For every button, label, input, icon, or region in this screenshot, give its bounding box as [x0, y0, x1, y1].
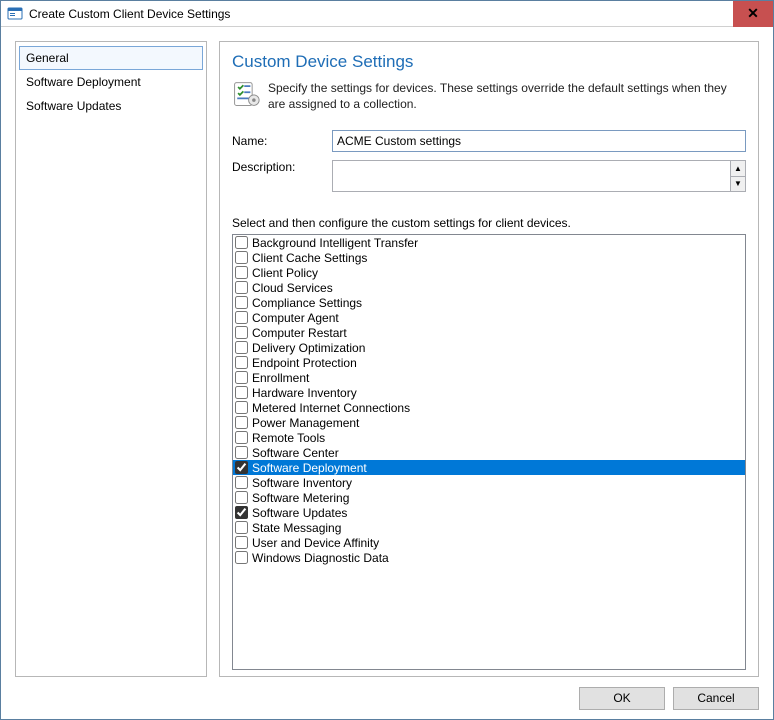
- settings-row-label: Computer Agent: [252, 311, 339, 325]
- settings-icon: [232, 80, 260, 108]
- description-label: Description:: [232, 160, 332, 174]
- settings-row[interactable]: Software Center: [233, 445, 745, 460]
- settings-row[interactable]: Metered Internet Connections: [233, 400, 745, 415]
- settings-row[interactable]: Background Intelligent Transfer: [233, 235, 745, 250]
- description-row: Description: ▲ ▼: [232, 160, 746, 192]
- name-label: Name:: [232, 134, 332, 148]
- main-panel: Custom Device Settings Specify the setti: [219, 41, 759, 677]
- settings-row-label: User and Device Affinity: [252, 536, 379, 550]
- settings-list-caption: Select and then configure the custom set…: [232, 216, 746, 230]
- settings-row-label: State Messaging: [252, 521, 341, 535]
- settings-row-label: Computer Restart: [252, 326, 347, 340]
- settings-checkbox[interactable]: [235, 356, 248, 369]
- page-heading: Custom Device Settings: [232, 52, 746, 72]
- settings-checkbox[interactable]: [235, 446, 248, 459]
- settings-row[interactable]: Windows Diagnostic Data: [233, 550, 745, 565]
- settings-row-label: Windows Diagnostic Data: [252, 551, 389, 565]
- settings-row-label: Client Policy: [252, 266, 318, 280]
- settings-checkbox[interactable]: [235, 371, 248, 384]
- settings-row-label: Remote Tools: [252, 431, 325, 445]
- nav-item-software-updates[interactable]: Software Updates: [19, 94, 203, 118]
- settings-row[interactable]: Enrollment: [233, 370, 745, 385]
- settings-row[interactable]: Hardware Inventory: [233, 385, 745, 400]
- name-input[interactable]: [332, 130, 746, 152]
- settings-row-label: Software Deployment: [252, 461, 367, 475]
- app-icon: [7, 6, 23, 22]
- settings-row-label: Compliance Settings: [252, 296, 362, 310]
- settings-row[interactable]: Delivery Optimization: [233, 340, 745, 355]
- nav-item-general[interactable]: General: [19, 46, 203, 70]
- cancel-button[interactable]: Cancel: [673, 687, 759, 710]
- settings-checkbox[interactable]: [235, 311, 248, 324]
- settings-row[interactable]: State Messaging: [233, 520, 745, 535]
- settings-row[interactable]: Software Inventory: [233, 475, 745, 490]
- settings-row-label: Software Metering: [252, 491, 349, 505]
- settings-row[interactable]: Computer Restart: [233, 325, 745, 340]
- settings-row-label: Hardware Inventory: [252, 386, 357, 400]
- title-bar: Create Custom Client Device Settings ✕: [1, 1, 773, 27]
- settings-row[interactable]: Endpoint Protection: [233, 355, 745, 370]
- settings-row[interactable]: Client Policy: [233, 265, 745, 280]
- settings-checkbox[interactable]: [235, 266, 248, 279]
- settings-checkbox[interactable]: [235, 251, 248, 264]
- intro-row: Specify the settings for devices. These …: [232, 80, 746, 112]
- settings-row-label: Software Center: [252, 446, 339, 460]
- nav-item-software-deployment[interactable]: Software Deployment: [19, 70, 203, 94]
- settings-checkbox[interactable]: [235, 296, 248, 309]
- close-icon: ✕: [747, 5, 759, 22]
- settings-row-label: Endpoint Protection: [252, 356, 357, 370]
- button-bar: OK Cancel: [1, 677, 773, 719]
- window-title: Create Custom Client Device Settings: [29, 7, 733, 21]
- settings-row-label: Client Cache Settings: [252, 251, 367, 265]
- settings-row-label: Delivery Optimization: [252, 341, 365, 355]
- settings-row[interactable]: Cloud Services: [233, 280, 745, 295]
- description-spinner: ▲ ▼: [730, 160, 746, 192]
- settings-checkbox[interactable]: [235, 521, 248, 534]
- ok-button[interactable]: OK: [579, 687, 665, 710]
- name-row: Name:: [232, 130, 746, 152]
- settings-checkbox[interactable]: [235, 476, 248, 489]
- spin-up-button[interactable]: ▲: [731, 161, 745, 176]
- settings-checkbox[interactable]: [235, 341, 248, 354]
- settings-row[interactable]: Power Management: [233, 415, 745, 430]
- settings-checkbox[interactable]: [235, 236, 248, 249]
- settings-row-label: Power Management: [252, 416, 359, 430]
- settings-row[interactable]: Software Deployment: [233, 460, 745, 475]
- settings-checkbox[interactable]: [235, 491, 248, 504]
- settings-row-label: Software Updates: [252, 506, 347, 520]
- dialog-window: Create Custom Client Device Settings ✕ G…: [0, 0, 774, 720]
- settings-row[interactable]: Software Updates: [233, 505, 745, 520]
- settings-row[interactable]: Compliance Settings: [233, 295, 745, 310]
- settings-checkbox[interactable]: [235, 551, 248, 564]
- dialog-body: GeneralSoftware DeploymentSoftware Updat…: [1, 27, 773, 677]
- settings-row-label: Background Intelligent Transfer: [252, 236, 418, 250]
- settings-checkbox[interactable]: [235, 416, 248, 429]
- settings-row-label: Enrollment: [252, 371, 309, 385]
- settings-checkbox[interactable]: [235, 326, 248, 339]
- settings-list[interactable]: Background Intelligent TransferClient Ca…: [232, 234, 746, 670]
- nav-panel: GeneralSoftware DeploymentSoftware Updat…: [15, 41, 207, 677]
- settings-row[interactable]: Remote Tools: [233, 430, 745, 445]
- settings-row-label: Metered Internet Connections: [252, 401, 410, 415]
- settings-row-label: Cloud Services: [252, 281, 333, 295]
- settings-checkbox[interactable]: [235, 386, 248, 399]
- settings-row-label: Software Inventory: [252, 476, 352, 490]
- settings-checkbox[interactable]: [235, 401, 248, 414]
- settings-row[interactable]: Software Metering: [233, 490, 745, 505]
- description-input[interactable]: [332, 160, 730, 192]
- intro-text: Specify the settings for devices. These …: [268, 80, 746, 112]
- settings-row[interactable]: Client Cache Settings: [233, 250, 745, 265]
- close-button[interactable]: ✕: [733, 1, 773, 27]
- settings-checkbox[interactable]: [235, 461, 248, 474]
- settings-checkbox[interactable]: [235, 431, 248, 444]
- settings-checkbox[interactable]: [235, 506, 248, 519]
- spin-down-button[interactable]: ▼: [731, 176, 745, 192]
- settings-row[interactable]: User and Device Affinity: [233, 535, 745, 550]
- settings-row[interactable]: Computer Agent: [233, 310, 745, 325]
- settings-checkbox[interactable]: [235, 536, 248, 549]
- settings-checkbox[interactable]: [235, 281, 248, 294]
